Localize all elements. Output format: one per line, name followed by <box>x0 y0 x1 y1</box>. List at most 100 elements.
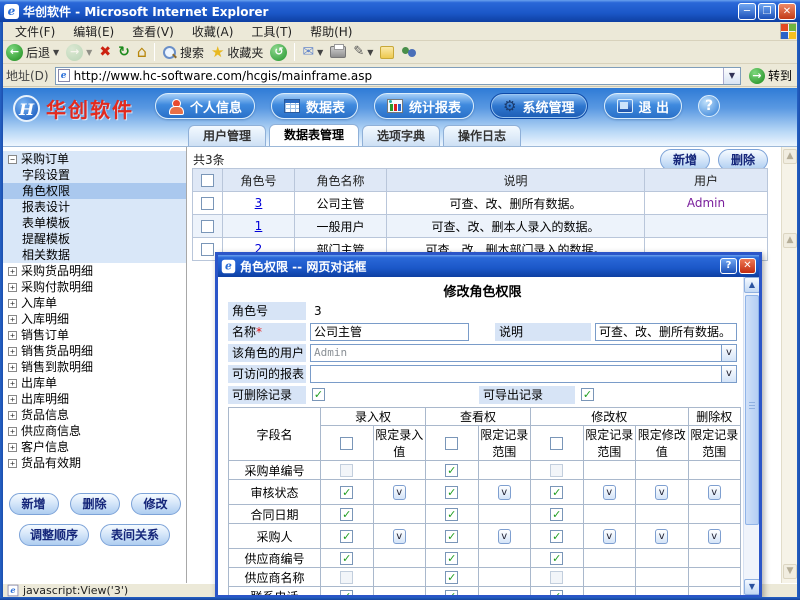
sidebar-item[interactable]: 表单模板 <box>3 215 186 231</box>
back-button[interactable]: ← 后退 ▼ <box>6 44 59 61</box>
scroll-thumb[interactable] <box>745 295 759 525</box>
limit-dropdown-icon[interactable]: v <box>393 485 406 500</box>
menu-item[interactable]: 收藏(A) <box>183 25 243 39</box>
column-select-checkbox[interactable] <box>340 437 353 450</box>
expand-icon[interactable]: + <box>8 395 17 404</box>
perm-checkbox[interactable]: ✓ <box>550 530 563 543</box>
perm-checkbox[interactable] <box>340 571 353 584</box>
collapse-icon[interactable]: − <box>8 155 17 164</box>
perm-checkbox[interactable]: ✓ <box>340 486 353 499</box>
limit-dropdown-icon[interactable]: v <box>498 485 511 500</box>
scroll-up-icon[interactable]: ▲ <box>783 149 797 164</box>
sidebar-item[interactable]: +货品有效期 <box>3 455 186 471</box>
sidebar-item[interactable]: +出库明细 <box>3 391 186 407</box>
tab-操作日志[interactable]: 操作日志 <box>443 125 521 146</box>
help-button[interactable]: ? <box>698 95 720 117</box>
column-select-checkbox[interactable] <box>550 437 563 450</box>
sidebar-item[interactable]: 提醒模板 <box>3 231 186 247</box>
sidebar-item[interactable]: +采购付款明细 <box>3 279 186 295</box>
favorites-button[interactable]: ★ 收藏夹 <box>211 44 263 61</box>
go-button[interactable]: → 转到 <box>745 67 796 84</box>
perm-checkbox[interactable]: ✓ <box>340 508 353 521</box>
menu-item[interactable]: 帮助(H) <box>301 25 361 39</box>
nav-button-gear[interactable]: ⚙系统管理 <box>490 93 587 119</box>
sidebar-item[interactable]: +采购货品明细 <box>3 263 186 279</box>
minimize-button[interactable]: ─ <box>738 3 756 20</box>
history-button[interactable]: ↺ <box>270 44 287 61</box>
dialog-close-button[interactable]: ✕ <box>739 258 756 274</box>
role-users-combo[interactable]: Admin v <box>310 344 737 362</box>
sidebar-item[interactable]: 相关数据 <box>3 247 186 263</box>
stop-button[interactable]: ✖ <box>99 45 111 59</box>
perm-checkbox[interactable]: ✓ <box>445 508 458 521</box>
sidebar-item[interactable]: +销售订单 <box>3 327 186 343</box>
expand-icon[interactable]: + <box>8 315 17 324</box>
tab-选项字典[interactable]: 选项字典 <box>362 125 440 146</box>
sidebar-item[interactable]: +出库单 <box>3 375 186 391</box>
limit-dropdown-icon[interactable]: v <box>708 529 721 544</box>
perm-checkbox[interactable]: ✓ <box>550 508 563 521</box>
scroll-down-icon[interactable]: ▼ <box>783 564 797 579</box>
row-checkbox[interactable] <box>201 220 214 233</box>
sidebar-item[interactable]: +客户信息 <box>3 439 186 455</box>
sidebar-item[interactable]: 报表设计 <box>3 199 186 215</box>
perm-checkbox[interactable]: ✓ <box>340 552 353 565</box>
discuss-button[interactable] <box>380 46 394 59</box>
limit-dropdown-icon[interactable]: v <box>655 485 668 500</box>
sidebar-button[interactable]: 新增 <box>9 493 59 515</box>
expand-icon[interactable]: + <box>8 331 17 340</box>
mail-dropdown-icon[interactable]: ▼ <box>317 48 323 57</box>
role-number-link[interactable]: 1 <box>255 219 263 233</box>
limit-dropdown-icon[interactable]: v <box>655 529 668 544</box>
limit-dropdown-icon[interactable]: v <box>498 529 511 544</box>
desc-input[interactable]: 可查、改、删所有数据。 <box>595 323 737 341</box>
tab-用户管理[interactable]: 用户管理 <box>188 125 266 146</box>
perm-checkbox[interactable]: ✓ <box>445 552 458 565</box>
scroll-down-icon[interactable]: ▼ <box>744 579 760 595</box>
sidebar-button[interactable]: 修改 <box>131 493 181 515</box>
menu-item[interactable]: 编辑(E) <box>64 25 123 39</box>
reports-combo[interactable]: v <box>310 365 737 383</box>
sidebar-item[interactable]: −采购订单 <box>3 151 186 167</box>
address-input[interactable]: e http://www.hc-software.com/hcgis/mainf… <box>55 67 741 85</box>
title-bar[interactable]: e 华创软件 - Microsoft Internet Explorer ─ ❐… <box>0 0 800 22</box>
forward-button[interactable]: → ▼ <box>66 44 92 61</box>
can-delete-checkbox[interactable]: ✓ <box>312 388 325 401</box>
sidebar-item[interactable]: +入库单 <box>3 295 186 311</box>
perm-checkbox[interactable]: ✓ <box>550 486 563 499</box>
search-button[interactable]: 搜索 <box>162 44 204 61</box>
name-input[interactable]: 公司主管 <box>310 323 469 341</box>
edit-dropdown-icon[interactable]: ▼ <box>367 48 373 57</box>
address-dropdown-icon[interactable]: ▼ <box>723 68 740 84</box>
nav-button-exit[interactable]: 退 出 <box>604 93 683 119</box>
limit-dropdown-icon[interactable]: v <box>603 485 616 500</box>
sidebar-item[interactable]: +入库明细 <box>3 311 186 327</box>
perm-checkbox[interactable]: ✓ <box>340 530 353 543</box>
select-all-checkbox[interactable] <box>201 174 214 187</box>
row-checkbox[interactable] <box>201 243 214 256</box>
menu-item[interactable]: 查看(V) <box>123 25 183 39</box>
perm-checkbox[interactable]: ✓ <box>550 552 563 565</box>
sidebar-button[interactable]: 删除 <box>70 493 120 515</box>
role-user-link[interactable]: Admin <box>687 196 725 210</box>
perm-checkbox[interactable]: ✓ <box>445 486 458 499</box>
sidebar-item[interactable]: +供应商信息 <box>3 423 186 439</box>
sidebar-item[interactable]: 字段设置 <box>3 167 186 183</box>
scroll-up-icon[interactable]: ▲ <box>783 233 797 248</box>
perm-checkbox[interactable]: ✓ <box>550 590 563 595</box>
nav-button-table[interactable]: 数据表 <box>271 93 358 119</box>
combo-dropdown-icon[interactable]: v <box>721 345 736 361</box>
close-button[interactable]: ✕ <box>778 3 796 20</box>
tab-数据表管理[interactable]: 数据表管理 <box>269 124 359 146</box>
perm-checkbox[interactable]: ✓ <box>340 590 353 595</box>
perm-checkbox[interactable] <box>550 571 563 584</box>
home-button[interactable]: ⌂ <box>137 45 147 59</box>
nav-button-chart[interactable]: 统计报表 <box>374 93 474 119</box>
limit-dropdown-icon[interactable]: v <box>603 529 616 544</box>
perm-checkbox[interactable]: ✓ <box>445 590 458 595</box>
role-number-link[interactable]: 3 <box>255 196 263 210</box>
sidebar-button[interactable]: 表间关系 <box>100 524 170 546</box>
messenger-button[interactable] <box>401 45 417 59</box>
row-checkbox[interactable] <box>201 197 214 210</box>
edit-button[interactable]: ✎ ▼ <box>353 45 373 59</box>
